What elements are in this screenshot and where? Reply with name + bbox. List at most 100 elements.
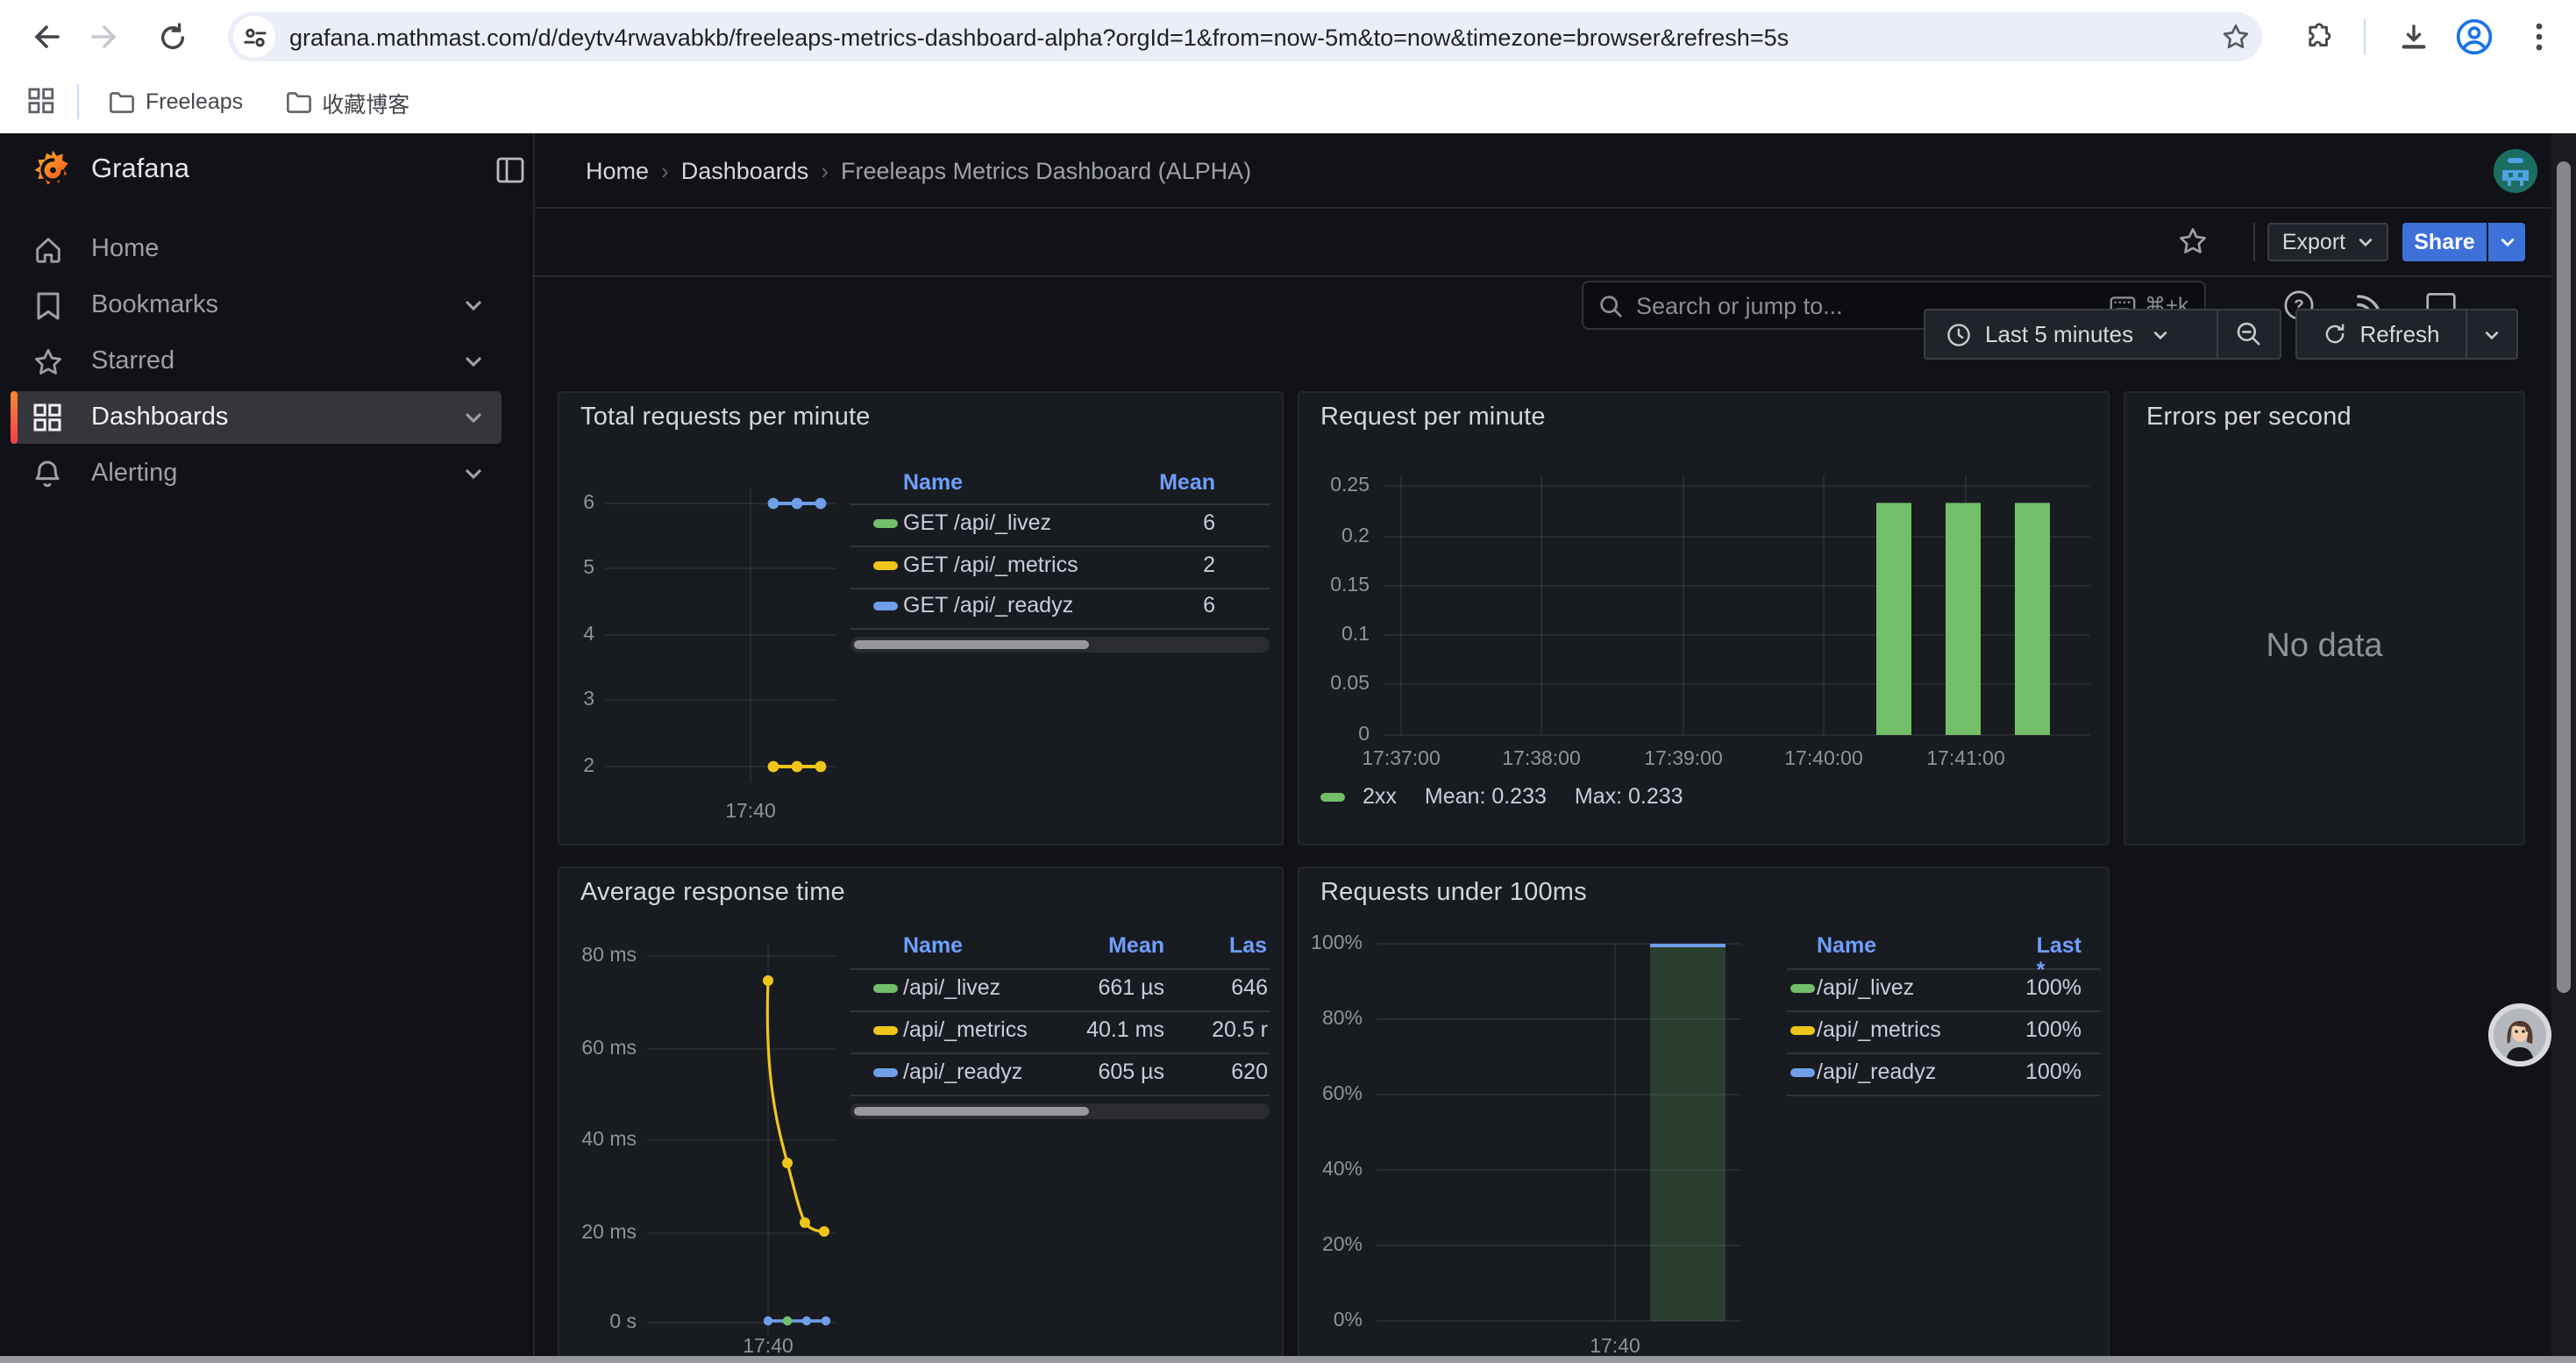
zoom-out-icon <box>2236 321 2262 347</box>
sidebar-item-home[interactable]: Home <box>11 223 502 275</box>
refresh-interval-dropdown[interactable] <box>2466 309 2518 360</box>
star-icon <box>32 346 63 377</box>
user-avatar[interactable] <box>2494 149 2537 193</box>
legend-series-name[interactable]: /api/_livez <box>903 975 1000 1000</box>
favorite-star-icon[interactable] <box>2178 226 2208 256</box>
legend-row-separator <box>850 628 1270 630</box>
legend-series-name[interactable]: /api/_readyz <box>1817 1060 1936 1084</box>
time-range-label: Last 5 minutes <box>1985 321 2133 347</box>
x-axis-tick: 17:38:00 <box>1502 749 1581 770</box>
bookmark-folder[interactable]: Freeleaps <box>95 79 257 125</box>
legend-header[interactable]: Name <box>903 933 963 958</box>
window-bottom-edge <box>0 1356 2576 1363</box>
legend-scrollbar-thumb[interactable] <box>854 1107 1089 1116</box>
share-dropdown-button[interactable] <box>2488 223 2525 261</box>
chevron-down-icon <box>2498 233 2516 251</box>
legend-header[interactable]: Name <box>903 470 963 495</box>
profile-icon[interactable] <box>2444 7 2504 67</box>
share-label: Share <box>2414 230 2475 254</box>
export-button[interactable]: Export <box>2267 223 2388 261</box>
y-axis-tick: 0.25 <box>1299 475 1370 496</box>
legend-header[interactable]: Mean <box>1159 470 1215 495</box>
page-scrollbar-thumb[interactable] <box>2557 161 2571 993</box>
extensions-icon[interactable] <box>2288 7 2348 67</box>
sidebar-item-label: Alerting <box>91 460 463 488</box>
dashboard-actions-bar: Export Share <box>533 207 2576 277</box>
chevron-down-icon[interactable] <box>463 407 484 428</box>
series-color-pill[interactable] <box>873 602 898 610</box>
url-bar[interactable]: grafana.mathmast.com/d/deytv4rwavabkb/fr… <box>228 12 2262 61</box>
forward-icon[interactable] <box>77 7 137 67</box>
menu-kebab-icon[interactable] <box>2509 7 2569 67</box>
site-settings-icon[interactable] <box>233 16 275 58</box>
sidebar-item-label: Home <box>91 235 502 263</box>
sidebar-item-starred[interactable]: Starred <box>11 335 502 388</box>
back-icon[interactable] <box>14 7 74 67</box>
bell-icon <box>32 458 63 489</box>
legend-header[interactable]: Las <box>1229 933 1267 958</box>
series-color-pill[interactable] <box>1790 1026 1815 1035</box>
legend-series-name[interactable]: GET /api/_metrics <box>903 552 1078 576</box>
legend-header[interactable]: Name <box>1817 933 1876 958</box>
chevron-down-icon[interactable] <box>463 463 484 484</box>
sidebar-item-bookmarks[interactable]: Bookmarks <box>11 279 502 332</box>
grafana-logo-icon[interactable] <box>32 149 74 191</box>
legend-series-name[interactable]: GET /api/_readyz <box>903 593 1073 617</box>
panel-title[interactable]: Errors per second <box>2146 403 2352 432</box>
legend-series-name[interactable]: /api/_livez <box>1817 975 1914 1000</box>
legend-series-name[interactable]: /api/_metrics <box>1817 1017 1941 1042</box>
chart-plot[interactable] <box>1299 868 2110 1363</box>
legend-row-separator <box>850 503 1270 505</box>
panel-average-response-time: Average response time 80 ms60 ms40 ms20 … <box>558 867 1284 1363</box>
series-color-pill[interactable] <box>1320 792 1345 801</box>
series-color-pill[interactable] <box>873 984 898 993</box>
sidebar-item-label: Starred <box>91 347 463 375</box>
legend-value: 620 <box>1231 1060 1268 1084</box>
refresh-button[interactable]: Refresh <box>2295 309 2467 360</box>
legend-row-separator <box>850 1095 1270 1096</box>
legend-scrollbar[interactable] <box>850 637 1270 653</box>
x-axis-tick: 17:40:00 <box>1784 749 1863 770</box>
time-range-picker[interactable]: Last 5 minutes <box>1924 309 2218 360</box>
sidebar-toggle-icon[interactable] <box>496 156 524 184</box>
chevron-down-icon[interactable] <box>463 295 484 316</box>
breadcrumb-item[interactable]: Dashboards <box>681 157 809 183</box>
x-axis-tick: 17:40 <box>725 802 776 823</box>
series-color-pill[interactable] <box>873 1068 898 1077</box>
url-text[interactable]: grafana.mathmast.com/d/deytv4rwavabkb/fr… <box>289 24 2210 50</box>
legend-value: 40.1 ms <box>1086 1017 1164 1042</box>
download-icon[interactable] <box>2383 7 2443 67</box>
legend-row-separator <box>1787 968 2101 970</box>
legend-scrollbar[interactable] <box>850 1103 1270 1119</box>
breadcrumb-item[interactable]: Home <box>586 157 649 183</box>
chevron-down-icon <box>2151 325 2168 343</box>
series-color-pill[interactable] <box>873 519 898 528</box>
series-color-pill[interactable] <box>873 1026 898 1035</box>
legend-mean: Mean: 0.233 <box>1425 784 1547 809</box>
legend-scrollbar-thumb[interactable] <box>854 640 1089 649</box>
y-axis-tick: 5 <box>559 558 594 579</box>
legend-header[interactable]: Mean <box>1108 933 1164 958</box>
reload-icon[interactable] <box>142 7 202 67</box>
chevron-down-icon[interactable] <box>463 351 484 372</box>
legend-series-name[interactable]: 2xx <box>1363 784 1397 809</box>
x-axis-tick: 17:37:00 <box>1362 749 1441 770</box>
series-color-pill[interactable] <box>873 560 898 569</box>
legend-series-name[interactable]: GET /api/_livez <box>903 510 1051 535</box>
legend-value: 6 <box>1203 510 1215 535</box>
sidebar-item-dashboards[interactable]: Dashboards <box>11 391 502 444</box>
bookmark-folder[interactable]: 收藏博客 <box>271 79 423 125</box>
assistant-avatar[interactable] <box>2488 1003 2551 1067</box>
zoom-out-button[interactable] <box>2217 309 2281 360</box>
share-button[interactable]: Share <box>2402 223 2487 261</box>
y-axis-tick: 2 <box>559 756 594 777</box>
y-axis-tick: 0.1 <box>1299 624 1370 646</box>
series-color-pill[interactable] <box>1790 984 1815 993</box>
legend-series-name[interactable]: /api/_readyz <box>903 1060 1022 1084</box>
bookmark-star-icon[interactable] <box>2210 23 2262 51</box>
apps-grid-icon[interactable] <box>14 74 67 126</box>
series-color-pill[interactable] <box>1790 1068 1815 1077</box>
home-icon <box>32 233 63 265</box>
sidebar-item-alerting[interactable]: Alerting <box>11 447 502 500</box>
legend-series-name[interactable]: /api/_metrics <box>903 1017 1028 1042</box>
